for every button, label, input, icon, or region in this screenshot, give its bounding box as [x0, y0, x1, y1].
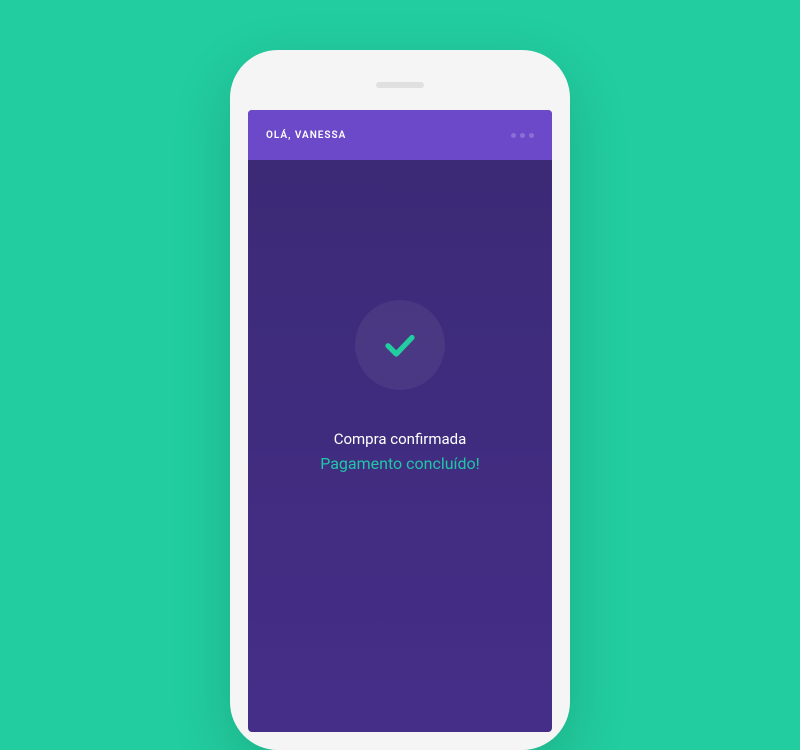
- app-screen: OLÁ, VANESSA Compra confirmada Pagamento…: [248, 110, 552, 732]
- confirmation-title: Compra confirmada: [334, 430, 467, 448]
- greeting-text: OLÁ, VANESSA: [266, 130, 346, 141]
- more-menu-icon[interactable]: [511, 133, 534, 138]
- confirmation-content: Compra confirmada Pagamento concluído!: [248, 160, 552, 732]
- confirmation-subtitle: Pagamento concluído!: [320, 454, 480, 473]
- app-header: OLÁ, VANESSA: [248, 110, 552, 160]
- phone-frame: OLÁ, VANESSA Compra confirmada Pagamento…: [230, 50, 570, 750]
- success-badge: [355, 300, 445, 390]
- checkmark-icon: [382, 327, 418, 363]
- phone-speaker: [376, 82, 424, 88]
